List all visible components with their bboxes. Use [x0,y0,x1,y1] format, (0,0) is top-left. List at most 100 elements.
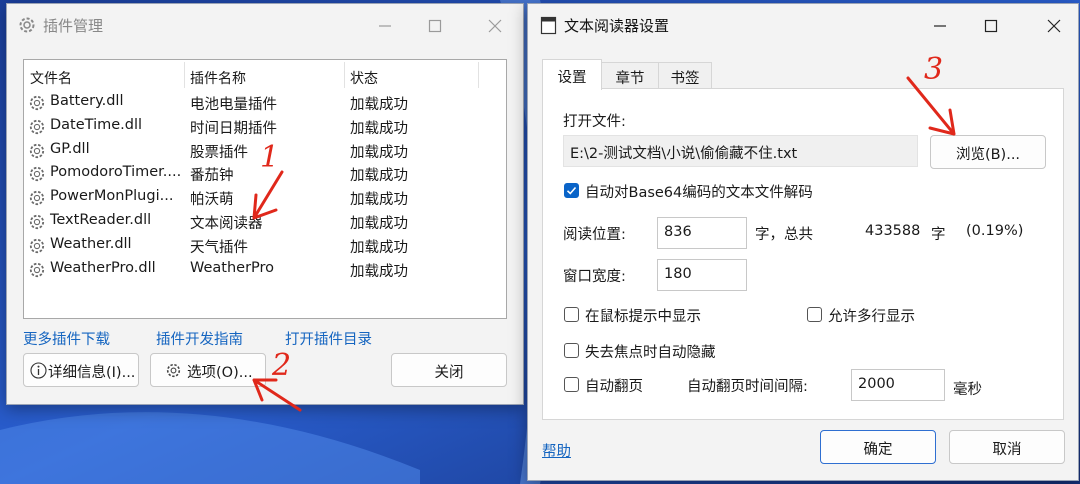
plugin-status-cell: 加载成功 [350,168,408,185]
window-icon [540,16,558,40]
auto-page-label[interactable]: 自动翻页 [585,375,643,396]
cancel-button[interactable]: 取消 [949,430,1065,464]
settings-window-title: 文本阅读器设置 [564,17,670,35]
plugin-file-cell: PomodoroTimer.... [50,164,182,181]
column-header-name[interactable]: 插件名称 [190,68,246,90]
close-window-button[interactable] [1040,12,1068,40]
base64-checkbox-label[interactable]: 自动对Base64编码的文本文件解码 [585,181,813,202]
cancel-button-label: 取消 [992,442,1022,458]
plugin-row[interactable]: TextReader.dll 文本阅读器 加载成功 [28,210,478,234]
browse-button[interactable]: 浏览(B)... [930,135,1046,169]
column-header-file[interactable]: 文件名 [30,68,72,90]
plugin-window-title: 插件管理 [43,17,104,35]
plugin-list[interactable]: 文件名 插件名称 状态 Battery.dll 电池电量插件 加载成功 DateTim… [23,59,507,319]
plugin-file-cell: WeatherPro.dll [50,259,156,276]
plugin-row[interactable]: Battery.dll 电池电量插件 加载成功 [28,91,478,115]
plugin-file-cell: TextReader.dll [50,212,152,228]
details-button[interactable]: 详细信息(I)... [23,353,139,387]
plugin-status-cell: 加载成功 [350,97,408,113]
help-link[interactable]: 帮助 [542,440,571,461]
plugin-gear-icon [28,118,46,136]
plugin-titlebar[interactable]: 插件管理 [7,4,523,48]
options-gear-icon [165,362,182,383]
window-width-input[interactable]: 180 [657,259,747,291]
allow-multiline-label[interactable]: 允许多行显示 [828,305,915,326]
more-plugins-link[interactable]: 更多插件下载 [23,328,110,349]
maximize-button[interactable] [421,12,449,40]
column-divider [184,62,185,88]
plugin-name-cell: 时间日期插件 [190,120,277,137]
plugin-gear-icon [28,165,46,183]
open-plugin-dir-link[interactable]: 打开插件目录 [285,328,372,349]
tab-settings-label: 设置 [557,70,587,86]
plugin-file-cell: Battery.dll [50,93,124,109]
read-position-value: 836 [664,224,692,240]
text-reader-settings-window: 文本阅读器设置 设置 章节 书签 打开文件: E:\2-测试文档\小说\偷偷藏不… [527,3,1079,481]
ok-button[interactable]: 确定 [820,430,936,464]
tab-bookmarks-label: 书签 [670,71,700,87]
plugin-gear-icon [28,189,46,207]
plugin-gear-icon [28,237,46,255]
gear-icon [17,15,37,39]
options-button[interactable]: 选项(O)... [150,353,266,387]
base64-checkbox[interactable] [564,183,579,198]
plugin-gear-icon [28,142,46,160]
plugin-gear-icon [28,94,46,112]
dev-guide-link[interactable]: 插件开发指南 [156,328,243,349]
browse-button-label: 浏览(B)... [955,147,1021,163]
plugin-name-cell: 股票插件 [190,144,248,161]
plugin-row[interactable]: PowerMonPlugi... 帕沃萌 加载成功 [28,186,478,210]
page-interval-unit: 毫秒 [953,382,982,398]
plugin-file-cell: Weather.dll [50,235,132,252]
plugin-gear-icon [28,261,46,279]
open-file-label: 打开文件: [563,114,626,130]
minimize-button[interactable] [371,12,399,40]
plugin-row[interactable]: DateTime.dll 时间日期插件 加载成功 [28,115,478,139]
plugin-status-cell: 加载成功 [350,263,408,280]
plugin-name-cell: 番茄钟 [190,168,234,185]
maximize-button[interactable] [977,12,1005,40]
plugin-row[interactable]: Weather.dll 天气插件 加载成功 [28,234,478,258]
auto-hide-label[interactable]: 失去焦点时自动隐藏 [585,341,716,362]
plugin-file-cell: DateTime.dll [50,116,143,133]
allow-multiline-checkbox[interactable] [807,307,822,322]
tab-chapters-label: 章节 [615,71,645,87]
info-icon [30,362,47,383]
close-window-button[interactable] [481,12,509,40]
show-in-tooltip-checkbox[interactable] [564,307,579,322]
close-button[interactable]: 关闭 [391,353,507,387]
total-chars-value: 433588 [865,223,921,239]
page-interval-input[interactable]: 2000 [851,369,945,401]
plugin-name-cell: 文本阅读器 [190,216,263,232]
read-position-input[interactable]: 836 [657,217,747,249]
tab-settings[interactable]: 设置 [542,59,602,90]
plugin-file-cell: GP.dll [50,140,90,157]
options-button-label: 选项(O)... [187,365,253,381]
total-chars-unit: 字 [931,227,946,243]
auto-page-checkbox[interactable] [564,377,579,392]
column-divider [478,62,479,88]
plugin-row[interactable]: WeatherPro.dll WeatherPro 加载成功 [28,258,478,282]
plugin-status-cell: 加载成功 [350,216,408,232]
plugin-name-cell: 帕沃萌 [190,192,234,209]
read-percent: (0.19%) [966,223,1024,239]
tab-bookmarks[interactable]: 书签 [658,62,712,89]
column-divider [344,62,345,88]
ok-button-label: 确定 [863,442,893,458]
details-button-label: 详细信息(I)... [48,365,136,381]
plugin-manager-window: 插件管理 文件名 插件名称 状态 Battery.dll 电池电量插件 加载成功 Da… [6,3,524,405]
plugin-status-cell: 加载成功 [350,120,408,137]
plugin-row[interactable]: GP.dll 股票插件 加载成功 [28,139,478,163]
file-path-field[interactable]: E:\2-测试文档\小说\偷偷藏不住.txt [563,135,918,167]
minimize-button[interactable] [926,12,954,40]
plugin-status-cell: 加载成功 [350,192,408,209]
auto-hide-checkbox[interactable] [564,343,579,358]
page-interval-value: 2000 [858,376,895,392]
plugin-name-cell: 电池电量插件 [190,97,277,113]
window-width-label: 窗口宽度: [563,269,626,285]
settings-titlebar[interactable]: 文本阅读器设置 [528,4,1078,48]
column-header-status[interactable]: 状态 [350,68,378,90]
tab-chapters[interactable]: 章节 [600,62,660,89]
plugin-row[interactable]: PomodoroTimer.... 番茄钟 加载成功 [28,162,478,186]
show-in-tooltip-label[interactable]: 在鼠标提示中显示 [585,305,701,326]
